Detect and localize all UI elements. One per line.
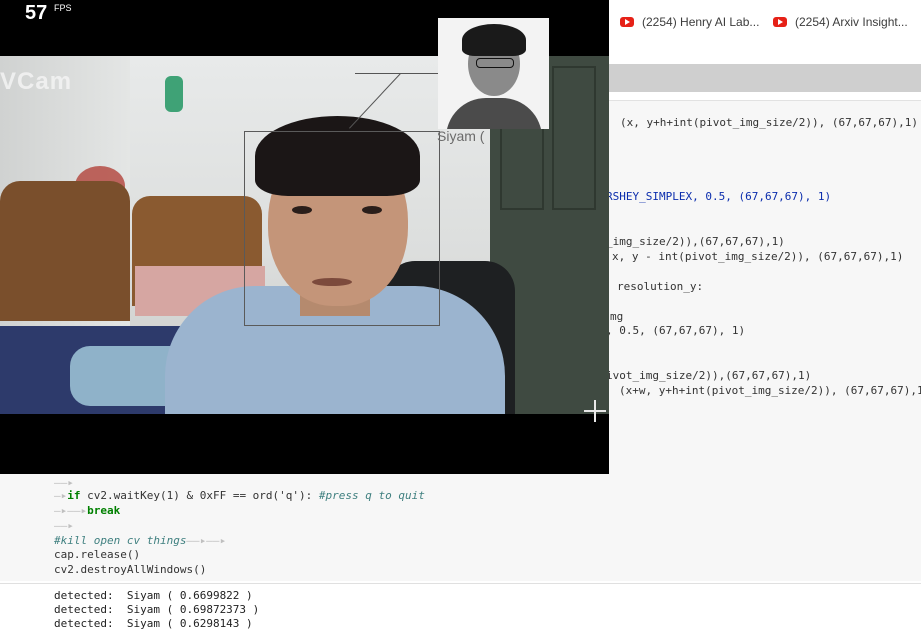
crosshair-icon <box>594 400 596 422</box>
indent-arrow: ——▸ <box>54 476 74 489</box>
hanging-bag <box>165 76 183 112</box>
code-line: RSHEY_SIMPLEX, 0.5, (67,67,67), 1) <box>606 190 832 203</box>
output-line: detected: Siyam ( 0.69872373 ) <box>54 603 260 616</box>
pivot-connector-line <box>355 73 440 74</box>
face-bounding-box <box>244 131 440 326</box>
bookmark-henry-ai-lab[interactable]: (2254) Henry AI Lab... <box>620 13 759 31</box>
fps-unit: FPS <box>54 3 72 13</box>
code-line: (x+w, y+h+int(pivot_img_size/2)), (67,67… <box>619 384 921 397</box>
code-comment-kill: #kill open cv things——▸——▸ <box>54 534 227 547</box>
fps-counter: 57 <box>25 2 48 24</box>
output-line: detected: Siyam ( 0.6699822 ) <box>54 589 253 602</box>
vcam-watermark: VCam <box>0 68 73 95</box>
bookmark-label: (2254) Arxiv Insight... <box>795 15 908 29</box>
code-line-destroy: cv2.destroyAllWindows() <box>54 563 207 576</box>
matched-face-thumbnail <box>438 18 549 129</box>
youtube-icon <box>620 17 634 27</box>
code-line: , 0.5, (67,67,67), 1) <box>606 324 746 337</box>
bookmark-arxiv-insights[interactable]: (2254) Arxiv Insight... <box>773 13 908 31</box>
code-line: ivot_img_size/2)),(67,67,67),1) <box>606 369 812 382</box>
code-line: (x, y+h+int(pivot_img_size/2)), (67,67,6… <box>620 116 919 129</box>
identity-label: Siyam ( <box>437 128 485 144</box>
code-line-waitkey: —▸if cv2.waitKey(1) & 0xFF == ord('q'): … <box>54 489 425 502</box>
code-line: mg <box>610 310 624 323</box>
bookmark-label: (2254) Henry AI Lab... <box>642 15 760 29</box>
indent-arrow: ——▸ <box>54 519 74 532</box>
webcam-window[interactable]: 57 FPS VCam Siyam ( <box>0 0 609 474</box>
cell-output: detected: Siyam ( 0.6699822 ) detected: … <box>0 583 921 630</box>
sofa-left <box>0 181 130 321</box>
code-line-break: —▸——▸break <box>54 504 121 517</box>
code-line: resolution_y: <box>617 280 704 293</box>
code-line: _img_size/2)),(67,67,67),1) <box>606 235 785 248</box>
youtube-icon <box>773 17 787 27</box>
code-line-release: cap.release() <box>54 548 141 561</box>
code-line: x, y - int(pivot_img_size/2)), (67,67,67… <box>612 250 904 263</box>
